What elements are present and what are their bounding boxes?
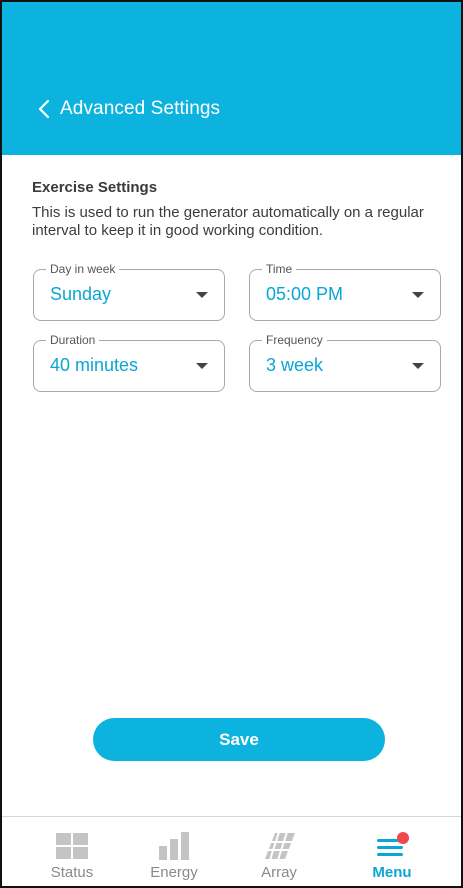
app-screen: Advanced Settings Exercise Settings This… [0,0,463,888]
back-button[interactable]: Advanced Settings [38,98,220,120]
duration-label: Duration [46,332,100,348]
caret-down-icon [412,292,424,298]
chevron-left-icon [38,99,50,119]
solar-array-icon [261,831,297,861]
settings-content: Exercise Settings This is used to run th… [2,155,461,240]
frequency-dropdown[interactable]: Frequency 3 week [249,332,441,392]
time-label: Time [262,261,297,277]
nav-item-menu[interactable]: Menu [347,817,437,886]
caret-down-icon [412,363,424,369]
day-in-week-label: Day in week [46,261,120,277]
nav-label-status: Status [50,864,94,881]
nav-item-energy[interactable]: Energy [129,817,219,886]
bottom-nav: Status Energy Array Menu [2,816,461,886]
nav-label-menu: Menu [372,864,412,881]
nav-label-energy: Energy [150,864,198,881]
page-title: Advanced Settings [60,98,221,119]
bar-chart-icon [156,831,192,861]
frequency-value: 3 week [266,355,324,375]
section-description: This is used to run the generator automa… [32,204,424,239]
caret-down-icon [196,363,208,369]
save-button[interactable]: Save [93,718,385,761]
time-dropdown[interactable]: Time 05:00 PM [249,261,441,321]
duration-value: 40 minutes [50,355,139,375]
day-in-week-dropdown[interactable]: Day in week Sunday [33,261,225,321]
grid-icon [54,831,90,861]
day-in-week-value: Sunday [50,284,112,304]
section-title: Exercise Settings [32,179,158,196]
nav-item-status[interactable]: Status [27,817,117,886]
duration-dropdown[interactable]: Duration 40 minutes [33,332,225,392]
frequency-label: Frequency [262,332,327,348]
time-value: 05:00 PM [266,284,344,304]
header-bar: Advanced Settings [2,2,461,155]
nav-item-array[interactable]: Array [234,817,324,886]
caret-down-icon [196,292,208,298]
menu-icon [374,831,410,861]
nav-label-array: Array [261,864,297,881]
